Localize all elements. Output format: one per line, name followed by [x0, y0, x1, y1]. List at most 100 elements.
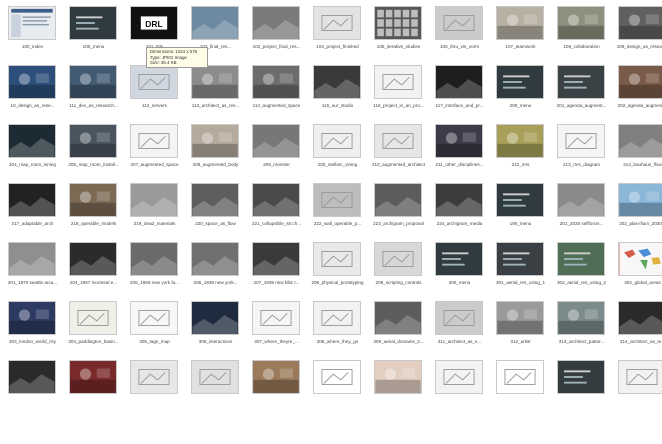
file-thumbnail[interactable]: 314_architect_as_te...	[612, 299, 662, 357]
file-thumbnail[interactable]: 312_artist	[490, 299, 551, 357]
file-name: 218_operable_models	[70, 221, 117, 226]
file-thumbnail[interactable]: 219_dead_materials	[124, 181, 185, 239]
file-thumbnail[interactable]: 104_project_finished	[307, 4, 368, 62]
file-thumbnail[interactable]	[124, 358, 185, 416]
file-thumbnail[interactable]	[63, 358, 124, 416]
file-thumbnail[interactable]	[307, 358, 368, 416]
file-thumbnail[interactable]: 100_index	[2, 4, 63, 62]
file-thumbnail[interactable]: 20b_stellarc_vining	[307, 122, 368, 180]
file-thumbnail[interactable]: 304_paddington_basin...	[63, 299, 124, 357]
file-thumbnail[interactable]: 206_1939 new york...	[185, 240, 246, 298]
file-thumbnail[interactable]: 311_architect_as_s...	[429, 299, 490, 357]
file-thumbnail[interactable]: 202_agenda_augment...	[612, 63, 662, 121]
file-thumbnail[interactable]: 210_augmented_architect	[368, 122, 429, 180]
file-thumbnail[interactable]: 10_design_as_rese...	[2, 63, 63, 121]
file-thumbnail[interactable]: 202_plas-ifium_2030...	[612, 181, 662, 239]
tooltip-dimensions: Dimensions: 1024 x 576	[150, 49, 198, 54]
file-thumbnail[interactable]: 116_project_in_an_pro...	[368, 63, 429, 121]
file-thumbnail[interactable]	[429, 358, 490, 416]
file-thumbnail[interactable]: 221_collapsible_str.ch...	[246, 181, 307, 239]
file-thumbnail[interactable]: 201_2030 selfforcis...	[551, 181, 612, 239]
file-thumbnail[interactable]: 107_teamwork	[490, 4, 551, 62]
thumbnail-image	[191, 6, 239, 40]
file-thumbnail[interactable]: 302_aerial_res_using_2	[551, 240, 612, 298]
file-thumbnail[interactable]: 100_menu	[63, 4, 124, 62]
file-thumbnail[interactable]: 190_menu	[490, 181, 551, 239]
file-name: 208_augmented_body	[192, 162, 239, 167]
file-thumbnail[interactable]: 105_iterative_studies	[368, 4, 429, 62]
file-thumbnail[interactable]: 112_servers	[124, 63, 185, 121]
file-name: 223_archigram_proposal	[373, 221, 424, 226]
file-thumbnail[interactable]: 301_aerial_res_using_1	[490, 240, 551, 298]
file-thumbnail[interactable]: 306_interactions	[185, 299, 246, 357]
file-thumbnail[interactable]: 113_architect_as_res...	[185, 63, 246, 121]
file-thumbnail[interactable]: 207_1939 new blitz r...	[246, 240, 307, 298]
file-name: 204_1967 montreal e...	[69, 280, 118, 285]
file-name: 304_paddington_basin...	[68, 339, 119, 344]
file-thumbnail[interactable]: 224_archigram_media	[429, 181, 490, 239]
thumbnail-image	[313, 360, 361, 394]
file-thumbnail[interactable]: 205_map_room_install...	[63, 122, 124, 180]
thumbnail-image	[435, 360, 483, 394]
file-name: 116_project_in_an_pro...	[373, 103, 424, 108]
file-thumbnail[interactable]: 109_design_as_research	[612, 4, 662, 62]
file-thumbnail[interactable]: 305_tags_map	[124, 299, 185, 357]
file-thumbnail[interactable]: 208_augmented_body	[185, 122, 246, 180]
file-thumbnail[interactable]: 204_map_room_inning	[2, 122, 63, 180]
file-thumbnail[interactable]: 102_project_final_res...	[246, 4, 307, 62]
thumbnail-image	[252, 65, 300, 99]
thumbnail-image	[374, 360, 422, 394]
file-thumbnail[interactable]	[490, 358, 551, 416]
file-thumbnail[interactable]: 300_menu	[429, 240, 490, 298]
file-thumbnail[interactable]: 223_archigram_proposal	[368, 181, 429, 239]
file-name: 305_tags_map	[139, 339, 170, 344]
file-thumbnail[interactable]: 106_thru_vis_vorm	[429, 4, 490, 62]
file-name: 224_archigram_media	[436, 221, 483, 226]
thumbnail-image	[435, 6, 483, 40]
file-thumbnail[interactable]: 115_our_studio	[307, 63, 368, 121]
file-thumbnail[interactable]: 303_london_world_city	[2, 299, 63, 357]
file-thumbnail[interactable]: 200_menu	[490, 63, 551, 121]
file-thumbnail[interactable]: 213_mrs_diagram	[551, 122, 612, 180]
file-thumbnail[interactable]	[551, 358, 612, 416]
file-thumbnail[interactable]	[368, 358, 429, 416]
file-thumbnail[interactable]: 209_scripting_controls	[368, 240, 429, 298]
thumbnail-image	[191, 124, 239, 158]
file-thumbnail[interactable]: 309_aerial_domains_2...	[368, 299, 429, 357]
file-thumbnail[interactable]: 308_where_they_go	[307, 299, 368, 357]
file-thumbnail[interactable]: 313_architect_patter...	[551, 299, 612, 357]
file-thumbnail[interactable]	[2, 358, 63, 416]
thumbnail-grid: 100_index100_menuDRL101_title102_final_r…	[0, 4, 662, 416]
thumbnail-image	[496, 360, 544, 394]
thumbnail-image	[8, 65, 56, 99]
file-thumbnail[interactable]: 302_global_areas	[612, 240, 662, 298]
file-thumbnail[interactable]	[612, 358, 662, 416]
file-thumbnail[interactable]: 111_dev_as_research...	[63, 63, 124, 121]
file-thumbnail[interactable]: 212_mrs	[490, 122, 551, 180]
file-thumbnail[interactable]: 114_augmented_space	[246, 63, 307, 121]
file-thumbnail[interactable]: 220_space_as_flow	[185, 181, 246, 239]
file-name: 10_design_as_rese...	[10, 103, 55, 108]
file-thumbnail[interactable]	[246, 358, 307, 416]
file-thumbnail[interactable]: 218_operable_models	[63, 181, 124, 239]
file-thumbnail[interactable]: 204_1967 montreal e...	[63, 240, 124, 298]
file-thumbnail[interactable]: 207_augmented_space	[124, 122, 185, 180]
thumbnail-image	[8, 242, 56, 276]
file-name: 219_dead_materials	[133, 221, 176, 226]
file-thumbnail[interactable]: 205_1959 new york fa...	[124, 240, 185, 298]
file-thumbnail[interactable]: 214_bauhaus_flow	[612, 122, 662, 180]
file-thumbnail[interactable]: 209_monster	[246, 122, 307, 180]
file-thumbnail[interactable]: 211_other_disciplines...	[429, 122, 490, 180]
file-thumbnail[interactable]: 117_interface_and_pr...	[429, 63, 490, 121]
file-thumbnail[interactable]: 222_wall_operable_p...	[307, 181, 368, 239]
file-thumbnail[interactable]	[185, 358, 246, 416]
thumbnail-image	[496, 6, 544, 40]
file-thumbnail[interactable]: 217_adaptable_arch	[2, 181, 63, 239]
file-name: 114_augmented_space	[252, 103, 301, 108]
file-thumbnail[interactable]: 201_agenda_augment...	[551, 63, 612, 121]
file-thumbnail[interactable]: 108_collaboration	[551, 4, 612, 62]
file-thumbnail[interactable]: 201_1970 seattle arca...	[2, 240, 63, 298]
thumbnail-image	[435, 65, 483, 99]
file-thumbnail[interactable]: 307_where_theyre_...	[246, 299, 307, 357]
file-thumbnail[interactable]: 208_physical_prototyping	[307, 240, 368, 298]
